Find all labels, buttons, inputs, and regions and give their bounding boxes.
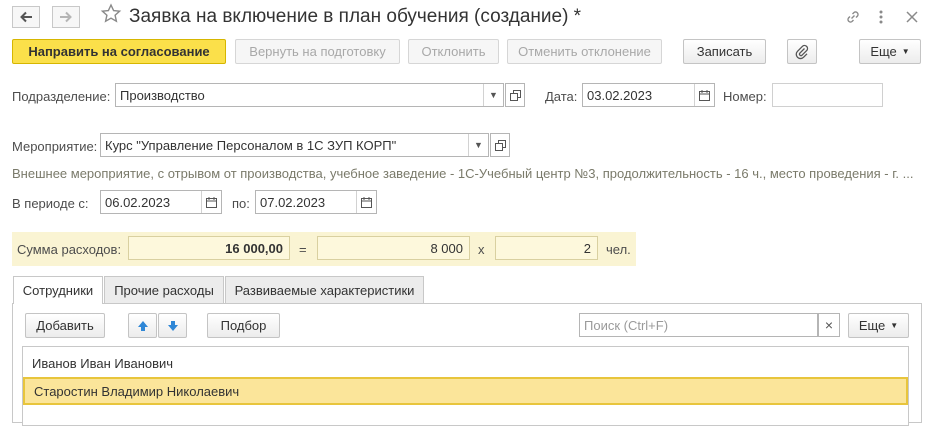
link-icon[interactable] <box>844 8 862 26</box>
date-label: Дата: <box>545 89 578 104</box>
arrow-left-icon <box>20 11 32 23</box>
tab-other-expenses[interactable]: Прочие расходы <box>104 276 224 303</box>
date-value: 03.02.2023 <box>587 87 653 103</box>
open-window-icon <box>509 89 521 101</box>
dropdown-arrow-icon[interactable]: ▼ <box>468 134 488 156</box>
add-employee-button[interactable]: Добавить <box>25 313 105 338</box>
date-field[interactable]: 03.02.2023 <box>582 83 715 107</box>
arrow-down-icon <box>167 320 178 331</box>
employees-table: Иванов Иван Иванович Старостин Владимир … <box>22 346 909 426</box>
more-vertical-icon[interactable] <box>872 8 890 26</box>
chevron-down-icon: ▼ <box>890 321 899 330</box>
forward-button[interactable] <box>52 6 80 28</box>
more-label: Еще <box>870 44 897 59</box>
page-title: Заявка на включение в план обучения (соз… <box>129 6 582 27</box>
event-description: Внешнее мероприятие, с отрывом от произв… <box>12 166 914 181</box>
clear-search-button[interactable]: × <box>818 313 840 337</box>
costs-total-field[interactable]: 16 000,00 <box>128 236 290 260</box>
period-from-label: В периоде с: <box>12 196 89 211</box>
dropdown-arrow-icon[interactable]: ▼ <box>483 84 503 106</box>
move-up-button[interactable] <box>128 313 157 338</box>
event-value: Курс "Управление Персоналом в 1С ЗУП КОР… <box>105 137 397 153</box>
calendar-icon[interactable] <box>201 191 221 213</box>
cost-per-person-field[interactable]: 8 000 <box>317 236 470 260</box>
more-label: Еще <box>858 318 886 333</box>
number-label: Номер: <box>723 89 767 104</box>
back-button[interactable] <box>12 6 40 28</box>
table-row[interactable]: Иванов Иван Иванович <box>23 349 908 377</box>
event-open-button[interactable] <box>490 133 510 157</box>
select-employees-button[interactable]: Подбор <box>207 313 280 338</box>
save-button[interactable]: Записать <box>683 39 766 64</box>
department-value: Производство <box>120 87 205 103</box>
table-row-selected[interactable]: Старостин Владимир Николаевич <box>23 377 908 405</box>
arrow-up-icon <box>137 320 148 331</box>
close-icon[interactable] <box>903 8 921 26</box>
period-to-value: 07.02.2023 <box>260 194 326 210</box>
return-to-preparation-button[interactable]: Вернуть на подготовку <box>235 39 400 64</box>
tab-employees[interactable]: Сотрудники <box>13 276 103 304</box>
number-field[interactable] <box>772 83 883 107</box>
attach-button[interactable] <box>787 39 817 64</box>
employees-more-button[interactable]: Еще ▼ <box>848 313 909 338</box>
times-sign: x <box>478 242 485 257</box>
move-down-button[interactable] <box>158 313 187 338</box>
department-open-button[interactable] <box>505 83 525 107</box>
people-unit-label: чел. <box>606 242 631 257</box>
calendar-icon[interactable] <box>694 84 714 106</box>
cancel-reject-button[interactable]: Отменить отклонение <box>507 39 662 64</box>
send-for-approval-button[interactable]: Направить на согласование <box>12 39 226 64</box>
reject-button[interactable]: Отклонить <box>408 39 499 64</box>
period-from-value: 06.02.2023 <box>105 194 171 210</box>
tab-developed-characteristics[interactable]: Развиваемые характеристики <box>225 276 424 303</box>
employee-name: Старостин Владимир Николаевич <box>34 383 240 399</box>
department-field[interactable]: Производство ▼ <box>115 83 504 107</box>
period-to-label: по: <box>232 196 250 211</box>
people-count-field[interactable]: 2 <box>495 236 598 260</box>
equals-sign: = <box>299 242 307 257</box>
paperclip-icon <box>795 44 809 59</box>
favorite-star-icon[interactable] <box>99 2 123 29</box>
employee-name: Иванов Иван Иванович <box>32 355 174 371</box>
more-button[interactable]: Еще ▼ <box>859 39 921 64</box>
open-window-icon <box>494 139 506 151</box>
arrow-right-icon <box>60 11 72 23</box>
calendar-icon[interactable] <box>356 191 376 213</box>
search-input[interactable]: Поиск (Ctrl+F) <box>579 313 818 337</box>
chevron-down-icon: ▼ <box>901 47 910 56</box>
costs-label: Сумма расходов: <box>17 242 122 257</box>
period-from-field[interactable]: 06.02.2023 <box>100 190 222 214</box>
department-label: Подразделение: <box>12 89 111 104</box>
event-label: Мероприятие: <box>12 139 98 154</box>
event-field[interactable]: Курс "Управление Персоналом в 1С ЗУП КОР… <box>100 133 489 157</box>
period-to-field[interactable]: 07.02.2023 <box>255 190 377 214</box>
